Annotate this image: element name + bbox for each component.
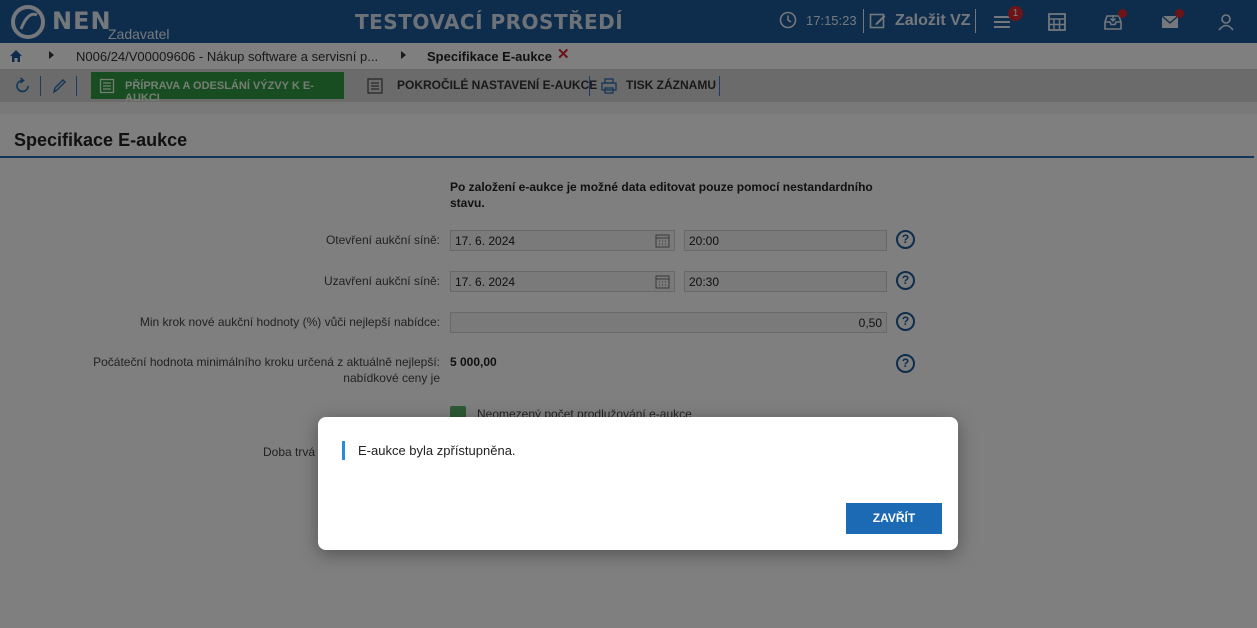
close-dialog-button[interactable]: ZAVŘÍT: [846, 503, 942, 534]
message-accent-bar: [342, 441, 345, 460]
dialog-message: E-aukce byla zpřístupněna.: [358, 443, 516, 458]
info-dialog: E-aukce byla zpřístupněna. ZAVŘÍT: [318, 417, 958, 550]
